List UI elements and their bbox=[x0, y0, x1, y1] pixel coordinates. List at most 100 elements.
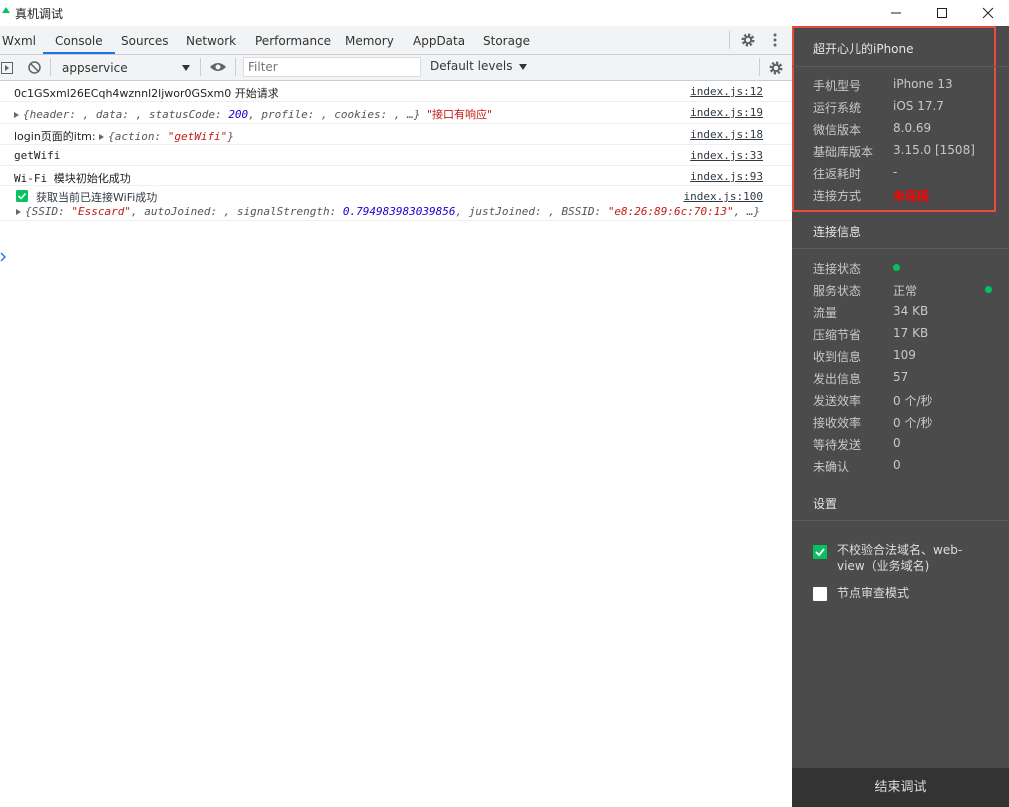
conn-info-row: 连接状态 bbox=[813, 260, 1003, 282]
status-code: 200 bbox=[228, 108, 249, 121]
info-key: 压缩节省 bbox=[813, 328, 862, 342]
tab-sources[interactable]: Sources bbox=[121, 26, 168, 54]
info-key: 流量 bbox=[813, 306, 838, 320]
console-output: 0c1GSxml26ECqh4wznnl2ljwor0GSxm0 开始请求 in… bbox=[0, 81, 792, 262]
conn-info-row: 服务状态 正常 bbox=[813, 282, 1003, 304]
source-link[interactable]: index.js:33 bbox=[690, 149, 763, 162]
info-value: 0 个/秒 bbox=[893, 416, 933, 430]
object-preview-tail: } bbox=[227, 130, 234, 143]
tab-wxml[interactable]: Wxml bbox=[2, 26, 36, 54]
conn-info-row: 等待发送 0 bbox=[813, 436, 1003, 458]
source-link[interactable]: index.js:18 bbox=[690, 128, 763, 141]
devtools-tabbar: Wxml Console Sources Network Performance… bbox=[0, 26, 792, 55]
settings-gear-icon[interactable] bbox=[740, 32, 756, 48]
object-preview: {header: , data: , statusCode: bbox=[23, 108, 229, 121]
settings-section-title: 设置 bbox=[813, 497, 838, 511]
expand-triangle-icon[interactable] bbox=[99, 134, 105, 140]
toolbar-divider bbox=[759, 58, 760, 76]
toolbar-divider bbox=[235, 58, 236, 76]
connection-section-title: 连接信息 bbox=[813, 225, 862, 239]
info-value: iPhone 13 bbox=[893, 77, 953, 91]
console-toolbar: appservice Default levels bbox=[0, 55, 792, 81]
tab-storage[interactable]: Storage bbox=[483, 26, 530, 54]
expand-triangle-icon[interactable] bbox=[16, 209, 21, 215]
source-link[interactable]: index.js:100 bbox=[684, 190, 763, 203]
info-key: 未确认 bbox=[813, 460, 850, 474]
conn-info-row: 收到信息 109 bbox=[813, 348, 1003, 370]
maximize-icon bbox=[937, 8, 947, 18]
device-info-row: 微信版本 8.0.69 bbox=[813, 121, 1003, 143]
toolbar-divider bbox=[200, 58, 201, 76]
end-debug-button[interactable]: 结束调试 bbox=[792, 768, 1009, 807]
sidebar-toggle-icon[interactable] bbox=[1, 62, 13, 74]
window-title: 真机调试 bbox=[15, 7, 64, 21]
toolbar-divider bbox=[50, 58, 51, 76]
expand-triangle-icon[interactable] bbox=[14, 112, 19, 118]
info-value: 0 bbox=[893, 458, 901, 472]
device-panel: 超开心儿的iPhone 手机型号 iPhone 13 运行系统 iOS 17.7… bbox=[792, 26, 1009, 807]
console-message: login页面的itm: {action: "getWifi"} bbox=[14, 128, 234, 144]
filter-input[interactable] bbox=[243, 57, 421, 77]
tab-performance[interactable]: Performance bbox=[255, 26, 331, 54]
section-divider bbox=[792, 520, 1009, 521]
console-settings-gear-icon[interactable] bbox=[768, 60, 784, 76]
source-link[interactable]: index.js:93 bbox=[690, 170, 763, 183]
object-preview: {SSID: bbox=[25, 205, 72, 218]
object-preview-mid: , justJoined: , BSSID: bbox=[455, 205, 608, 218]
info-key: 发出信息 bbox=[813, 372, 862, 386]
console-message: getWifi bbox=[14, 149, 61, 162]
info-key: 基础库版本 bbox=[813, 145, 874, 159]
device-info-row: 运行系统 iOS 17.7 bbox=[813, 99, 1003, 121]
info-value: 正常 bbox=[893, 284, 918, 298]
tab-appdata[interactable]: AppData bbox=[413, 26, 465, 54]
eye-icon[interactable] bbox=[209, 61, 227, 73]
info-key: 手机型号 bbox=[813, 79, 862, 93]
console-message: 获取当前已连接WiFi成功 bbox=[36, 191, 158, 204]
levels-dropdown[interactable]: Default levels bbox=[430, 59, 528, 73]
tab-console[interactable]: Console bbox=[43, 26, 115, 54]
dropdown-arrow-icon bbox=[182, 65, 190, 71]
info-key: 连接方式 bbox=[813, 189, 862, 203]
skip-domain-check-option[interactable]: 不校验合法域名、web-view（业务域名) bbox=[813, 542, 1003, 576]
console-object[interactable]: {header: , data: , statusCode: 200, prof… bbox=[14, 106, 492, 122]
object-preview-mid: , autoJoined: , signalStrength: bbox=[130, 205, 343, 218]
connection-mode-value: 未连接 bbox=[893, 189, 930, 203]
object-preview: {action: bbox=[108, 130, 168, 143]
console-prompt-icon[interactable] bbox=[0, 252, 6, 262]
checkbox-checked-icon[interactable] bbox=[813, 545, 827, 559]
info-key: 微信版本 bbox=[813, 123, 862, 137]
console-row: {header: , data: , statusCode: 200, prof… bbox=[0, 102, 792, 124]
checkbox-unchecked-icon[interactable] bbox=[813, 587, 827, 601]
context-select-value: appservice bbox=[62, 61, 128, 75]
info-key: 运行系统 bbox=[813, 101, 862, 115]
devtools: Wxml Console Sources Network Performance… bbox=[0, 26, 792, 807]
app-icon bbox=[2, 7, 10, 13]
minimize-button[interactable] bbox=[873, 0, 919, 26]
levels-dropdown-label: Default levels bbox=[430, 59, 513, 73]
info-value: 109 bbox=[893, 348, 916, 362]
info-value: 3.15.0 [1508] bbox=[893, 143, 975, 157]
checkbox-label: 节点审查模式 bbox=[837, 586, 910, 600]
more-options-icon[interactable] bbox=[773, 33, 777, 47]
status-dot-icon bbox=[893, 264, 900, 271]
node-inspect-option[interactable]: 节点审查模式 bbox=[813, 584, 1003, 604]
tab-network[interactable]: Network bbox=[186, 26, 236, 54]
close-button[interactable] bbox=[965, 0, 1009, 26]
info-value: 34 KB bbox=[893, 304, 929, 318]
minimize-icon bbox=[891, 12, 901, 14]
console-object[interactable]: {SSID: "Esscard", autoJoined: , signalSt… bbox=[16, 205, 760, 218]
tab-memory[interactable]: Memory bbox=[345, 26, 394, 54]
context-select[interactable]: appservice bbox=[56, 57, 196, 77]
info-key: 往返耗时 bbox=[813, 167, 862, 181]
string-value: "接口有响应" bbox=[427, 108, 493, 121]
source-link[interactable]: index.js:12 bbox=[690, 85, 763, 98]
signal-strength-value: 0.794983983039856 bbox=[342, 205, 456, 218]
console-message: Wi-Fi 模块初始化成功 bbox=[14, 172, 131, 185]
source-link[interactable]: index.js:19 bbox=[690, 106, 763, 119]
maximize-button[interactable] bbox=[919, 0, 965, 26]
message-prefix: login页面的itm: bbox=[14, 130, 100, 143]
clear-console-icon[interactable] bbox=[28, 61, 41, 74]
device-info-row: 基础库版本 3.15.0 [1508] bbox=[813, 143, 1003, 165]
console-message: 0c1GSxml26ECqh4wznnl2ljwor0GSxm0 开始请求 bbox=[14, 87, 279, 100]
device-name: 超开心儿的iPhone bbox=[813, 42, 914, 56]
